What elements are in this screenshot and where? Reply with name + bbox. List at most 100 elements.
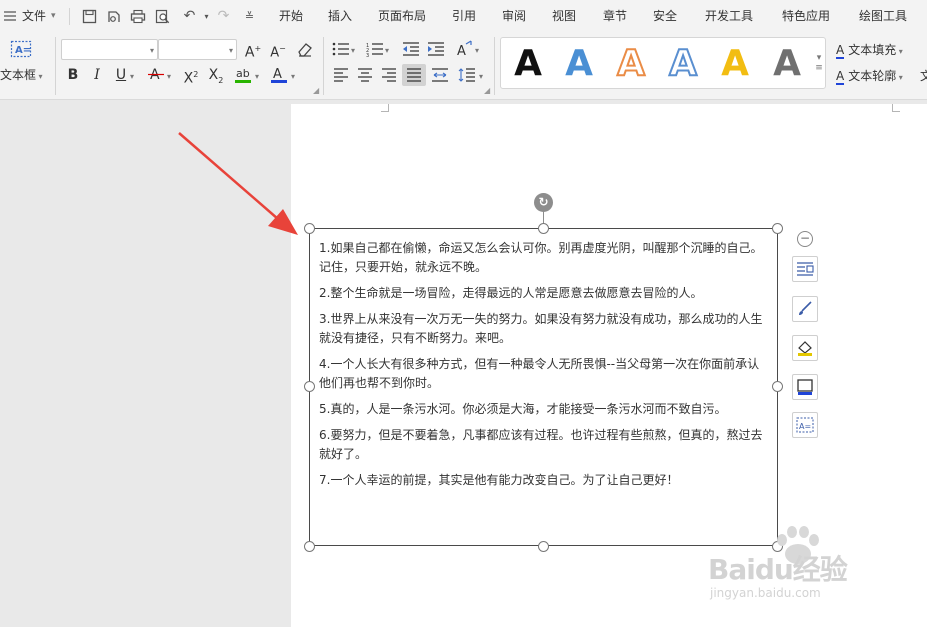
tab-special-apps[interactable]: 特色应用 [782,0,830,33]
text-box-content[interactable]: 1.如果自己都在偷懒，命运又怎么会认可你。别再虚度光阴，叫醒那个沉睡的自己。记住… [319,239,769,497]
font-size-combo[interactable]: ▾ [158,39,237,60]
customize-toolbar-icon[interactable]: ≚ [240,7,259,26]
text-style-letter: A [668,43,698,85]
text-outline-label: 文本轮廓 [848,69,897,83]
text-effect-button[interactable]: 文 [920,67,927,84]
chevron-down-icon: ▾ [36,72,43,81]
brush-style-button[interactable] [792,296,818,322]
bold-icon[interactable]: B [62,64,84,86]
tab-start[interactable]: 开始 [279,0,303,33]
justify-icon[interactable] [402,64,426,86]
gallery-more-icon[interactable]: ▾ ≡ [813,53,825,73]
resize-handle-top-right[interactable] [772,223,783,234]
text-style-black[interactable]: A [508,44,548,84]
paragraph: 2.整个生命就是一场冒险，走得最远的人常是愿意去做愿意去冒险的人。 [319,286,703,300]
text-outline-button[interactable]: A 文本轮廓 ▾ [836,67,903,85]
tab-label: 视图 [552,9,577,23]
chevron-down-icon[interactable]: ▾ [164,64,174,86]
paragraph: 4.一个人长大有很多种方式，但有一种最令人无所畏惧--当父母第一次在你面前承认他… [319,357,760,390]
text-fill-button[interactable]: A 文本填充 ▾ [836,41,903,59]
resize-handle-bottom[interactable] [538,541,549,552]
divider [494,37,495,95]
annotation-arrow [178,132,298,235]
tab-label: 安全 [653,9,678,23]
line-spacing-icon[interactable] [456,64,478,86]
tab-security[interactable]: 安全 [653,0,677,33]
rotate-handle-icon[interactable]: ↻ [534,193,553,212]
ribbon-toolbar: A= 文本框 ▾ ▾ ▾ A+ A− B I U ▾ A ▾ X2 X2 ab … [0,33,927,100]
tab-label: 绘图工具 [859,9,908,23]
resize-handle-bottom-left[interactable] [304,541,315,552]
dialog-launcher-icon[interactable]: ◢ [484,86,490,95]
text-style-gallery: A A A A A A [500,37,826,89]
increase-font-size-icon[interactable]: A+ [242,38,264,61]
tab-chapter[interactable]: 章节 [603,0,627,33]
align-left-icon[interactable] [330,64,352,86]
crop-mark [381,104,389,112]
text-style-gray[interactable]: A [767,44,807,84]
text-fill-label: 文本填充 [848,43,897,57]
align-right-icon[interactable] [378,64,400,86]
chevron-down-icon[interactable]: ▾ [288,64,298,86]
align-center-icon[interactable] [354,64,376,86]
text-style-orange-outline[interactable]: A [611,43,651,85]
print-icon[interactable] [128,7,147,26]
increase-indent-icon[interactable] [425,38,447,60]
chevron-down-icon[interactable]: ▾ [382,38,392,60]
print-preview-icon[interactable] [153,7,172,26]
superscript-icon[interactable]: X2 [180,64,202,87]
svg-text:A=: A= [799,422,811,431]
resize-handle-top[interactable] [538,223,549,234]
subscript-icon[interactable]: X2 [205,64,227,86]
clear-format-icon[interactable] [294,38,316,60]
textbox-icon[interactable]: A= [9,39,33,61]
resize-handle-left[interactable] [304,381,315,392]
save-icon[interactable] [80,7,99,26]
export-icon[interactable] [104,7,123,26]
tab-drawing-tools[interactable]: 绘图工具 [859,0,907,33]
paragraph: 1.如果自己都在偷懒，命运又怎么会认可你。别再虚度光阴，叫醒那个沉睡的自己。记住… [319,241,763,274]
tab-review[interactable]: 审阅 [502,0,526,33]
tab-view[interactable]: 视图 [552,0,576,33]
font-name-combo[interactable]: ▾ [61,39,158,60]
text-style-gold[interactable]: A [715,44,755,84]
text-style-letter: A [514,43,542,84]
watermark: Baidu经验 jingyan.baidu.com [708,526,888,606]
decrease-indent-icon[interactable] [400,38,422,60]
resize-handle-top-left[interactable] [304,223,315,234]
text-outline-icon: A [836,69,845,85]
layout-options-button[interactable] [792,256,818,282]
chevron-down-icon[interactable]: ▾ [252,64,262,86]
redo-icon[interactable]: ↷ [214,7,233,26]
tab-developer-tools[interactable]: 开发工具 [705,0,753,33]
italic-icon[interactable]: I [86,64,108,86]
dialog-launcher-icon[interactable]: ◢ [313,86,319,95]
collapse-toolbar-icon[interactable]: − [797,231,813,247]
chevron-down-icon[interactable]: ▾ [348,38,358,60]
decrease-font-size-icon[interactable]: A− [267,38,289,60]
textbox-button[interactable]: 文本框 ▾ [0,67,43,85]
distributed-align-icon[interactable] [429,64,451,86]
chevron-down-icon: ▾ [896,73,903,82]
tab-page-layout[interactable]: 页面布局 [378,0,426,33]
resize-handle-right[interactable] [772,381,783,392]
file-menu-dropdown-icon[interactable]: ▾ [51,0,56,33]
chevron-down-icon[interactable]: ▾ [472,38,482,60]
shape-fill-button[interactable] [792,335,818,361]
chevron-down-icon[interactable]: ▾ [476,64,486,86]
svg-text:A: A [457,44,466,58]
svg-text:A=: A= [15,45,31,56]
font-color-icon[interactable]: A [268,64,290,86]
tab-insert[interactable]: 插入 [328,0,352,33]
svg-text:ab: ab [236,67,250,80]
chevron-down-icon[interactable]: ▾ [127,64,137,86]
text-box[interactable]: 1.如果自己都在偷懒，命运又怎么会认可你。别再虚度光阴，叫醒那个沉睡的自己。记住… [309,228,778,546]
text-fill-icon: A [836,43,845,59]
shape-outline-button[interactable] [792,374,818,400]
paragraph: 6.要努力，但是不要着急，凡事都应该有过程。也许过程有些煎熬，但真的，熬过去就好… [319,428,763,461]
text-box-options-button[interactable]: A= [792,412,818,438]
tab-references[interactable]: 引用 [452,0,476,33]
text-style-blue[interactable]: A [559,44,599,84]
text-style-blue-outline[interactable]: A [663,43,703,85]
file-menu[interactable]: 文件 [22,0,46,33]
